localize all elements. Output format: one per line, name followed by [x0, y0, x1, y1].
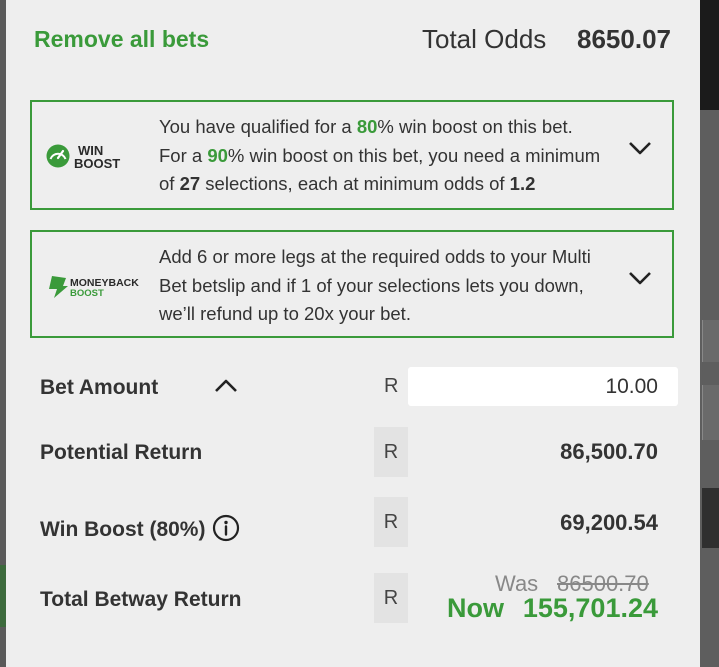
now-value: 155,701.24: [522, 593, 658, 623]
svg-text:BOOST: BOOST: [74, 156, 120, 171]
background-button: [702, 385, 719, 440]
win-boost-label: Win Boost (80%): [40, 518, 206, 541]
bet-amount-currency: R: [384, 375, 399, 397]
moneyback-line-1: Add 6 or more legs at the required odds …: [159, 246, 591, 267]
bet-amount-input[interactable]: [408, 367, 678, 406]
win-boost-line-3: of 27 selections, each at minimum odds o…: [159, 173, 536, 194]
now-label: Now: [447, 593, 504, 623]
moneyback-line-2: Bet betslip and if 1 of your selections …: [159, 274, 584, 296]
chevron-down-icon[interactable]: [628, 140, 652, 156]
bet-amount-label: Bet Amount: [40, 376, 159, 399]
moneyback-promo-text: Add 6 or more legs at the required odds …: [159, 243, 639, 329]
remove-all-bets-button[interactable]: Remove all bets: [34, 26, 209, 53]
win-boost-value: 69,200.54: [560, 510, 658, 535]
background-button: [702, 320, 719, 362]
background-page-right: [700, 0, 719, 667]
chevron-down-icon[interactable]: [628, 270, 652, 286]
win-boost-promo-text: You have qualified for a 80% win boost o…: [159, 113, 639, 199]
background-dark-block: [700, 0, 719, 110]
total-odds-value: 8650.07: [577, 24, 671, 54]
potential-return-value: 86,500.70: [560, 439, 658, 464]
total-odds-label: Total Odds: [422, 24, 547, 54]
win-boost-line-1: You have qualified for a 80% win boost o…: [159, 116, 573, 137]
moneyback-boost-logo: MONEYBACK BOOST: [46, 274, 146, 305]
betslip-header: Remove all bets Total Odds 8650.07: [6, 0, 700, 80]
win-boost-logo: WIN BOOST: [46, 140, 128, 177]
win-boost-promo[interactable]: WIN BOOST You have qualified for a 80% w…: [30, 100, 674, 210]
background-button: [702, 488, 719, 548]
betslip-panel: Remove all bets Total Odds 8650.07 WIN B…: [6, 0, 700, 667]
win-boost-line-2: For a 90% win boost on this bet, you nee…: [159, 144, 601, 166]
win-boost-currency: R: [374, 497, 408, 547]
total-return-label: Total Betway Return: [40, 588, 242, 611]
potential-return-label: Potential Return: [40, 441, 203, 464]
potential-return-currency: R: [374, 427, 408, 477]
svg-text:BOOST: BOOST: [70, 288, 104, 299]
chevron-up-icon[interactable]: [214, 378, 238, 394]
moneyback-boost-promo[interactable]: MONEYBACK BOOST Add 6 or more legs at th…: [30, 230, 674, 338]
moneyback-line-3: we’ll refund up to 20x your bet.: [159, 303, 411, 324]
total-return-currency: R: [374, 573, 408, 623]
info-icon[interactable]: [212, 514, 240, 542]
